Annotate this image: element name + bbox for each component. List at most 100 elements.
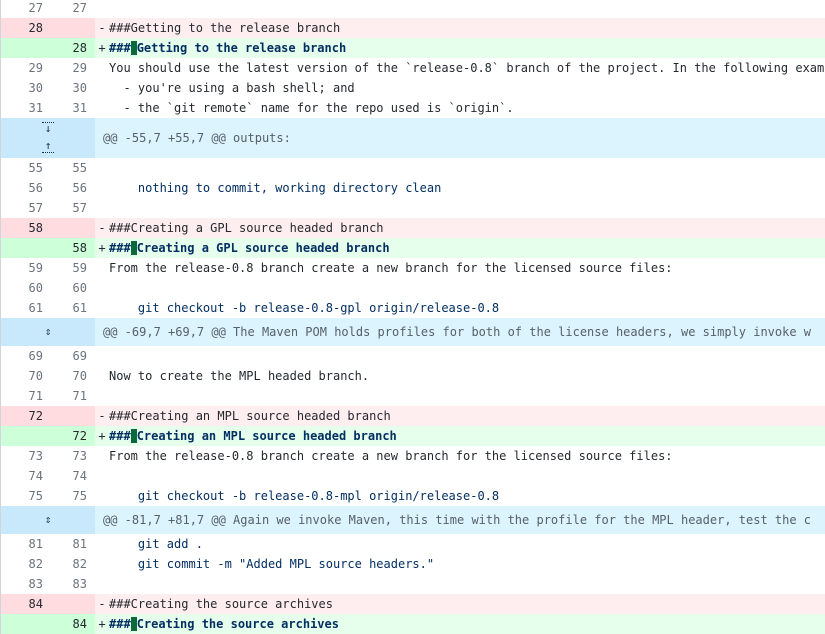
new-line-number[interactable]: 75 — [51, 486, 95, 506]
line-content — [109, 386, 825, 406]
line-marker — [95, 486, 109, 506]
expand-both-icon[interactable]: ⇕ — [41, 514, 55, 526]
new-line-number[interactable]: 72 — [51, 426, 95, 446]
minus-marker: - — [98, 409, 106, 423]
new-line-number[interactable]: 61 — [51, 298, 95, 318]
line-content — [109, 0, 825, 18]
expand-down-icon[interactable]: ↓ — [41, 122, 55, 135]
hunk-expander-gutter: ↓ ↑ — [1, 118, 95, 158]
old-line-number[interactable]: 73 — [1, 446, 51, 466]
line-marker — [95, 0, 109, 18]
plus-marker: + — [98, 429, 106, 443]
line-content: ### Getting to the release branch — [109, 38, 825, 58]
line-content: You should use the latest version of the… — [109, 61, 825, 75]
new-line-number[interactable]: 59 — [51, 258, 95, 278]
new-line-number[interactable]: 71 — [51, 386, 95, 406]
line-marker — [95, 534, 109, 554]
context-line: 56 56 nothing to commit, working director… — [1, 178, 825, 198]
line-content: - you're using a bash shell; and — [109, 81, 355, 95]
old-line-number[interactable]: 31 — [1, 98, 51, 118]
new-line-number[interactable]: 82 — [51, 554, 95, 574]
context-line: 55 55 — [1, 158, 825, 178]
new-line-number[interactable]: 69 — [51, 346, 95, 366]
line-content: git commit -m "Added MPL source headers.… — [109, 557, 435, 571]
heading-prefix: ### — [109, 617, 131, 631]
old-line-number[interactable]: 83 — [1, 574, 51, 594]
old-line-number[interactable]: 71 — [1, 386, 51, 406]
new-line-number[interactable] — [51, 218, 95, 238]
expand-both-icon[interactable]: ⇕ — [41, 326, 55, 338]
new-line-number[interactable]: 74 — [51, 466, 95, 486]
line-marker — [95, 78, 109, 98]
old-line-number[interactable]: 56 — [1, 178, 51, 198]
new-line-number[interactable] — [51, 594, 95, 614]
new-line-number[interactable]: 84 — [51, 614, 95, 634]
new-line-number[interactable]: 31 — [51, 98, 95, 118]
old-line-number[interactable] — [1, 614, 51, 634]
new-line-number[interactable]: 27 — [51, 0, 95, 18]
new-line-number[interactable]: 29 — [51, 58, 95, 78]
old-line-number[interactable]: 58 — [1, 218, 51, 238]
new-line-number[interactable]: 70 — [51, 366, 95, 386]
line-content: From the release-0.8 branch create a new… — [109, 261, 673, 275]
hunk-expander-gutter: ⇕ — [1, 506, 95, 534]
context-line: 31 31 - the `git remote` name for the rep… — [1, 98, 825, 118]
old-line-number[interactable]: 30 — [1, 78, 51, 98]
line-content: ### Creating the source archives — [109, 614, 825, 634]
line-marker — [95, 178, 109, 198]
added-line: 28 + ### Getting to the release branch — [1, 38, 825, 58]
old-line-number[interactable]: 29 — [1, 58, 51, 78]
line-content: ###Creating the source archives — [109, 597, 333, 611]
new-line-number[interactable]: 81 — [51, 534, 95, 554]
context-line: 60 60 — [1, 278, 825, 298]
old-line-number[interactable]: 75 — [1, 486, 51, 506]
old-line-number[interactable]: 57 — [1, 198, 51, 218]
new-line-number[interactable]: 56 — [51, 178, 95, 198]
context-line: 74 74 — [1, 466, 825, 486]
new-line-number[interactable]: 28 — [51, 38, 95, 58]
deleted-line: 58 - ###Creating a GPL source headed branc… — [1, 218, 825, 238]
old-line-number[interactable] — [1, 38, 51, 58]
old-line-number[interactable]: 72 — [1, 406, 51, 426]
old-line-number[interactable]: 59 — [1, 258, 51, 278]
old-line-number[interactable] — [1, 426, 51, 446]
heading-prefix: ### — [109, 429, 131, 443]
hunk-header-text: @@ -69,7 +69,7 @@ The Maven POM holds pr… — [103, 325, 812, 339]
new-line-number[interactable]: 30 — [51, 78, 95, 98]
old-line-number[interactable]: 70 — [1, 366, 51, 386]
new-line-number[interactable]: 73 — [51, 446, 95, 466]
deleted-line: 84 - ###Creating the source archives — [1, 594, 825, 614]
line-marker — [95, 386, 109, 406]
old-line-number[interactable]: 61 — [1, 298, 51, 318]
old-line-number[interactable]: 27 — [1, 0, 51, 18]
old-line-number[interactable]: 82 — [1, 554, 51, 574]
context-line: 81 81 git add . — [1, 534, 825, 554]
context-line: 27 27 — [1, 0, 825, 18]
line-content — [109, 278, 825, 298]
old-line-number[interactable]: 28 — [1, 18, 51, 38]
old-line-number[interactable]: 55 — [1, 158, 51, 178]
plus-marker: + — [98, 41, 106, 55]
old-line-number[interactable] — [1, 238, 51, 258]
old-line-number[interactable]: 60 — [1, 278, 51, 298]
line-content: nothing to commit, working directory cle… — [109, 181, 442, 195]
line-content — [109, 158, 825, 178]
minus-marker: - — [98, 597, 106, 611]
new-line-number[interactable] — [51, 18, 95, 38]
old-line-number[interactable]: 74 — [1, 466, 51, 486]
new-line-number[interactable]: 60 — [51, 278, 95, 298]
heading-text: Creating the source archives — [136, 617, 339, 631]
expand-up-icon[interactable]: ↑ — [41, 140, 55, 153]
old-line-number[interactable]: 69 — [1, 346, 51, 366]
line-marker — [95, 158, 109, 178]
new-line-number[interactable]: 55 — [51, 158, 95, 178]
old-line-number[interactable]: 84 — [1, 594, 51, 614]
old-line-number[interactable]: 81 — [1, 534, 51, 554]
new-line-number[interactable] — [51, 406, 95, 426]
diff-view: 27 27 28- ###Getting to the release branch 2… — [0, 0, 825, 634]
line-marker — [95, 346, 109, 366]
deleted-line: 72 - ###Creating an MPL source headed bran… — [1, 406, 825, 426]
new-line-number[interactable]: 58 — [51, 238, 95, 258]
new-line-number[interactable]: 57 — [51, 198, 95, 218]
new-line-number[interactable]: 83 — [51, 574, 95, 594]
